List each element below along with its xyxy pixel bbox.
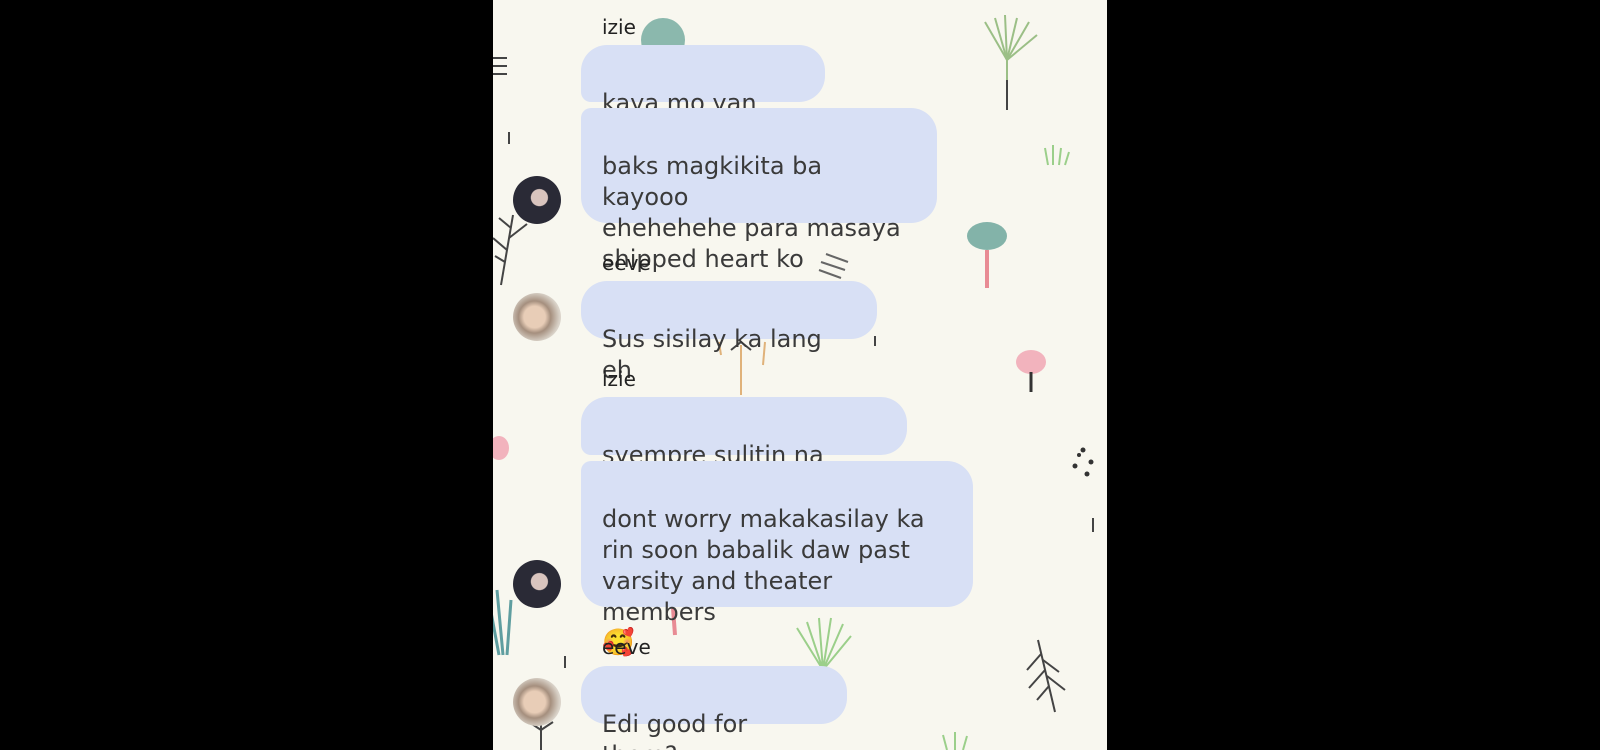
message-bubble[interactable]: kaya mo yan inay [581, 45, 825, 148]
doodle-palm-top-right [984, 14, 1038, 110]
message-bubble[interactable]: Sus sisilay ka lang eh [581, 281, 877, 384]
message-bubble[interactable]: dont worry makakasilay ka rin soon babal… [581, 461, 973, 658]
doodle-dots-right [1072, 447, 1094, 477]
chat-pane[interactable]: izie kaya mo yan inay baks magkikita ba … [493, 0, 1107, 750]
smiling-face-hearts-emoji: 🥰 [602, 628, 635, 658]
message-bubble[interactable]: baks magkikita ba kayooo ehehehehe para … [581, 108, 937, 273]
avatar-izie[interactable] [513, 560, 561, 608]
message-text: dont worry makakasilay ka rin soon babal… [602, 505, 925, 626]
sender-name-eeve: eeve [602, 635, 651, 659]
doodle-branch-left [493, 214, 528, 286]
doodle-tree-teal-mid [967, 222, 1007, 288]
doodle-lines-mid [818, 253, 849, 279]
doodle-pink-left [493, 436, 509, 460]
doodle-grass-bottom [942, 732, 968, 750]
message-bubble[interactable]: syempre sulitin na natin [581, 397, 907, 500]
message-bubble[interactable]: Edi good for them? [581, 666, 847, 750]
avatar-izie[interactable] [513, 176, 561, 224]
doodle-plant-bottom-left [493, 589, 513, 656]
doodle-sprig-bottom-left [528, 721, 554, 750]
doodle-grass-right [1044, 145, 1070, 166]
avatar-eeve[interactable] [513, 678, 561, 726]
doodle-mushroom-pink [1016, 350, 1046, 392]
doodle-tree-bottom-right [1026, 639, 1066, 713]
avatar-eeve[interactable] [513, 293, 561, 341]
sender-name-izie: izie [602, 367, 636, 391]
sender-name-eeve: eeve [602, 251, 651, 275]
sender-name-izie: izie [602, 15, 636, 39]
